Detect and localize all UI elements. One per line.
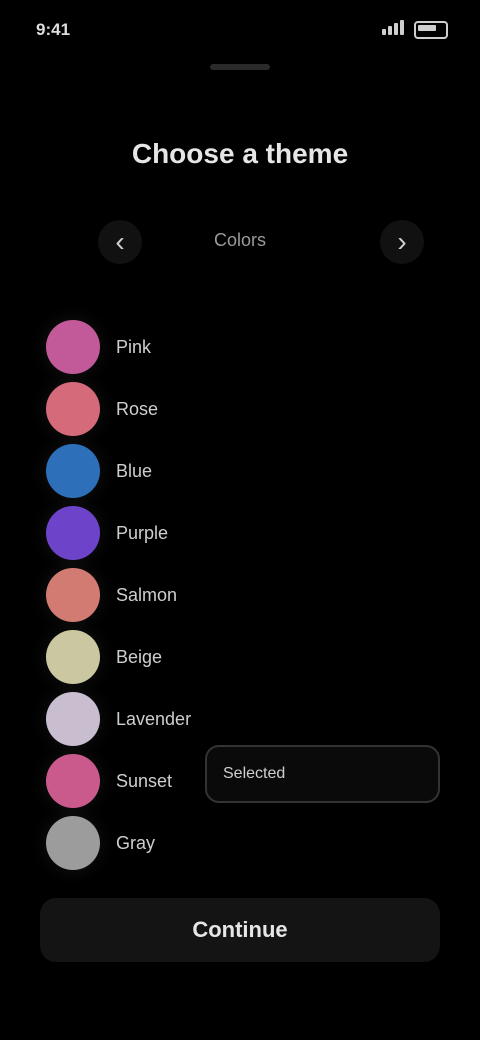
- continue-button-label: Continue: [192, 917, 288, 942]
- battery-icon: [414, 21, 448, 39]
- list-item[interactable]: Rose: [46, 378, 446, 440]
- color-swatch[interactable]: [46, 630, 100, 684]
- list-item[interactable]: Pink: [46, 316, 446, 378]
- item-label: Lavender: [116, 708, 192, 729]
- list-item[interactable]: Salmon: [46, 564, 446, 626]
- list-item[interactable]: Blue: [46, 440, 446, 502]
- color-swatch[interactable]: [46, 506, 100, 560]
- color-swatch[interactable]: [46, 382, 100, 436]
- color-swatch[interactable]: [46, 568, 100, 622]
- list-item[interactable]: Purple: [46, 502, 446, 564]
- list-item[interactable]: Lavender: [46, 688, 446, 750]
- list-item[interactable]: Beige: [46, 626, 446, 688]
- list-item[interactable]: Gray: [46, 812, 446, 874]
- item-label: Sunset: [116, 770, 173, 791]
- color-header: ‹ Colors ›: [0, 206, 480, 266]
- item-label: Purple: [116, 522, 169, 543]
- sheet-title: Choose a theme: [131, 138, 349, 169]
- tooltip-text: Selected: [223, 765, 286, 782]
- status-bar: 9:41: [0, 0, 480, 56]
- color-swatch[interactable]: [46, 692, 100, 746]
- item-label: Rose: [116, 398, 159, 419]
- color-swatch[interactable]: [46, 444, 100, 498]
- color-swatch[interactable]: [46, 320, 100, 374]
- chevron-right-icon[interactable]: ›: [380, 220, 424, 264]
- item-label: Beige: [116, 646, 163, 667]
- selection-tooltip: Selected: [205, 745, 440, 803]
- item-label: Pink: [116, 336, 152, 357]
- sheet-handle[interactable]: [210, 64, 270, 70]
- item-label: Blue: [116, 460, 153, 481]
- status-time: 9:41: [36, 20, 71, 39]
- item-label: Gray: [116, 832, 156, 853]
- continue-button[interactable]: Continue: [40, 898, 440, 962]
- color-swatch[interactable]: [46, 816, 100, 870]
- status-icons: [382, 20, 448, 40]
- signal-icon: [382, 20, 406, 40]
- item-label: Salmon: [116, 584, 178, 605]
- color-swatch[interactable]: [46, 754, 100, 808]
